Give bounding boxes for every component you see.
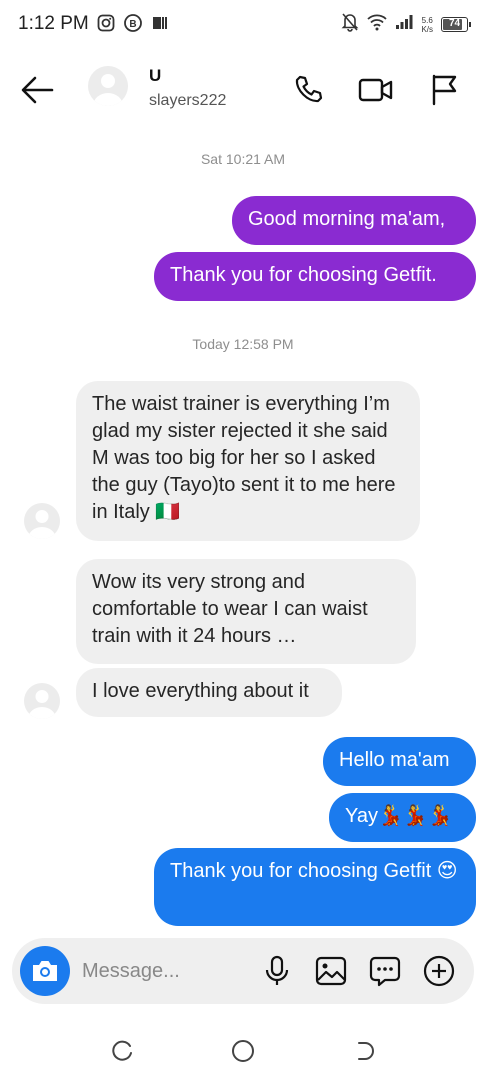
message-bubble-outgoing[interactable]: Thank you for choosing Getfit 😍	[154, 848, 476, 926]
svg-text:B: B	[129, 19, 136, 30]
message-bubble-incoming[interactable]: I love everything about it	[76, 668, 342, 717]
mute-icon	[341, 12, 359, 37]
plus-icon[interactable]	[422, 954, 456, 988]
message-bubble-outgoing[interactable]: Good morning ma'am,	[232, 196, 476, 245]
flag-icon[interactable]	[426, 72, 462, 108]
avatar[interactable]	[88, 66, 128, 106]
phone-icon[interactable]	[290, 72, 326, 108]
business-icon: B	[123, 13, 143, 38]
microphone-icon[interactable]	[260, 954, 294, 988]
gallery-icon	[151, 14, 169, 37]
battery-icon: 74	[441, 17, 471, 32]
message-bubble-incoming[interactable]: The waist trainer is everything I’m glad…	[76, 381, 420, 541]
net-speed: 5.6 K/s	[421, 15, 433, 34]
recent-apps-icon[interactable]	[108, 1036, 138, 1066]
image-icon[interactable]	[314, 954, 348, 988]
message-bubble-outgoing[interactable]: Thank you for choosing Getfit.	[154, 252, 476, 301]
message-bubble-outgoing[interactable]: Yay💃💃💃	[329, 793, 476, 842]
timestamp: Today 12:58 PM	[192, 336, 294, 352]
back-arrow-icon[interactable]	[18, 72, 58, 108]
timestamp: Sat 10:21 AM	[200, 151, 286, 167]
message-bubble-outgoing[interactable]: Hello ma'am	[323, 737, 476, 786]
signal-icon	[395, 14, 413, 35]
contact-name[interactable]: U	[149, 66, 161, 86]
message-composer	[12, 938, 474, 1004]
instagram-icon	[97, 14, 115, 37]
contact-username[interactable]: slayers222	[149, 92, 226, 110]
status-time: 1:12 PM	[18, 13, 89, 34]
camera-icon[interactable]	[20, 946, 70, 996]
conversation-header: U slayers222	[0, 52, 486, 126]
sticker-icon[interactable]	[368, 954, 402, 988]
avatar[interactable]	[24, 683, 60, 719]
wifi-icon	[367, 13, 388, 36]
message-bubble-incoming[interactable]: Wow its very strong and comfortable to w…	[76, 559, 416, 664]
status-bar: 1:12 PM B 5.6 K/s 74	[0, 0, 486, 48]
avatar[interactable]	[24, 503, 60, 539]
message-input[interactable]	[82, 956, 232, 986]
video-icon[interactable]	[358, 72, 394, 108]
back-nav-icon[interactable]	[350, 1036, 380, 1066]
home-icon[interactable]	[228, 1036, 258, 1066]
system-nav-bar	[0, 1020, 486, 1080]
